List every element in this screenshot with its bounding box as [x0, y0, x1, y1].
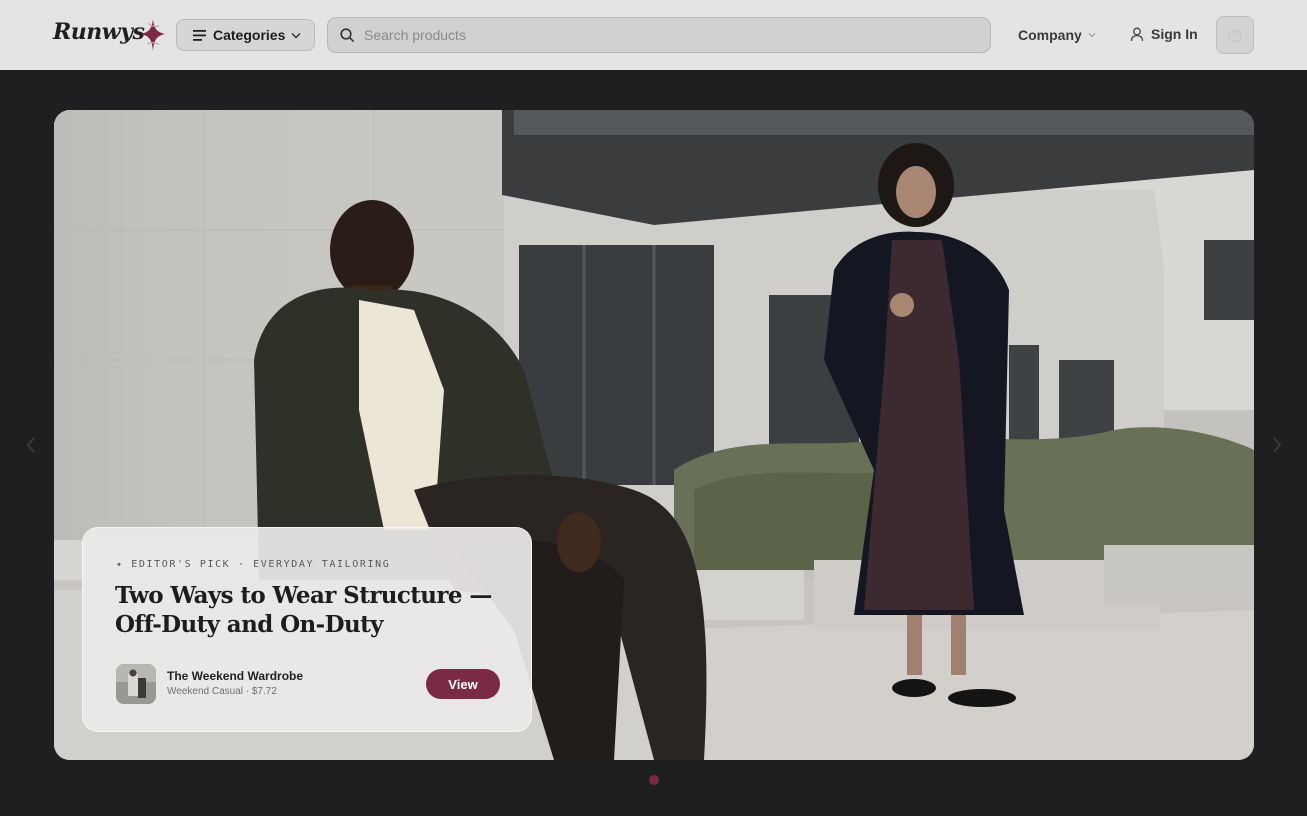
cart-icon: [1228, 30, 1242, 42]
product-name[interactable]: The Weekend Wardrobe: [167, 669, 303, 683]
search-bar[interactable]: [327, 17, 991, 53]
chevron-down-icon: [1088, 33, 1096, 38]
sign-in-link[interactable]: Sign In: [1130, 26, 1198, 42]
editors-pick-card: ✦ EDITOR'S PICK · EVERYDAY TAILORING Two…: [82, 527, 532, 732]
sign-in-label: Sign In: [1151, 26, 1198, 42]
user-icon: [1130, 27, 1144, 41]
product-thumbnail[interactable]: [116, 664, 156, 704]
categories-label: Categories: [213, 27, 286, 43]
categories-button[interactable]: Categories: [176, 19, 315, 51]
card-title[interactable]: Two Ways to Wear Structure — Off-Duty an…: [115, 581, 510, 639]
top-nav: Runwys Categories Company: [0, 0, 1307, 70]
carousel-dot-active[interactable]: [649, 775, 659, 785]
search-icon: [340, 27, 355, 42]
view-button[interactable]: View: [426, 669, 500, 699]
menu-icon: [193, 29, 206, 41]
chevron-left-icon[interactable]: [22, 430, 40, 460]
card-eyebrow: ✦ EDITOR'S PICK · EVERYDAY TAILORING: [116, 559, 391, 570]
chevron-down-icon: [291, 32, 301, 39]
product-thumbnail-image: [116, 664, 156, 704]
search-input[interactable]: [364, 27, 944, 43]
product-meta: Weekend Casual · $7.72: [167, 686, 277, 697]
cart-button[interactable]: [1216, 16, 1254, 54]
brand-mark-icon[interactable]: [139, 17, 167, 53]
company-menu[interactable]: Company: [1018, 27, 1096, 43]
brand-logo[interactable]: Runwys: [53, 19, 145, 45]
chevron-right-icon[interactable]: [1268, 430, 1286, 460]
company-label: Company: [1018, 27, 1082, 43]
